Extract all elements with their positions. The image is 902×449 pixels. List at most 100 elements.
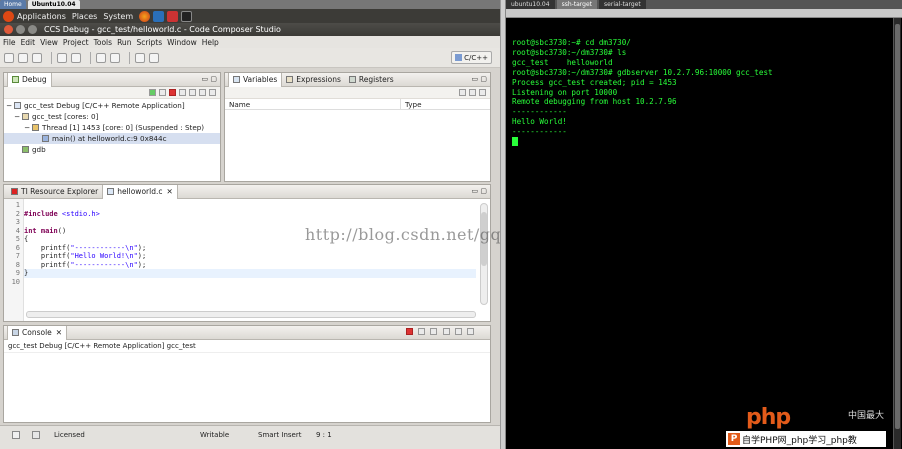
run-icon[interactable] — [110, 52, 120, 63]
tab-helloworld-label: helloworld.c — [117, 187, 163, 196]
ccs-launcher-icon[interactable] — [167, 10, 179, 22]
step-into-icon[interactable] — [179, 89, 186, 96]
tab-ti-resource-explorer[interactable]: TI Resource Explorer — [7, 185, 102, 199]
maximize-icon[interactable] — [28, 25, 37, 34]
code-token: #include — [24, 209, 58, 218]
menu-window[interactable]: Window — [167, 38, 197, 47]
tab-registers[interactable]: Registers — [345, 73, 398, 87]
menu-help[interactable]: Help — [202, 38, 219, 47]
terminal-output[interactable]: root@sbc3730:~# cd dm3730/root@sbc3730:~… — [512, 38, 890, 147]
fastview-icon[interactable] — [12, 431, 20, 439]
ubuntu-logo-icon — [3, 10, 14, 22]
display-console-icon[interactable] — [467, 328, 474, 335]
code-line[interactable]: 10 — [12, 278, 476, 287]
code-line[interactable]: 7 printf("Hello World!\n"); — [16, 252, 476, 261]
terminal-scrollbar[interactable] — [893, 18, 901, 449]
menu-view[interactable]: View — [40, 38, 58, 47]
minimize-icon[interactable] — [16, 25, 25, 34]
console-tabbar: Console ✕ — [4, 325, 490, 340]
search-icon[interactable] — [96, 52, 106, 63]
close-icon[interactable]: ✕ — [166, 187, 172, 196]
show-type-icon[interactable] — [469, 89, 476, 96]
view-min-max-icon[interactable]: ▭ ▢ — [202, 75, 217, 83]
remove-launch-icon[interactable] — [418, 328, 426, 335]
menu-tools[interactable]: Tools — [94, 38, 112, 47]
menu-scripts[interactable]: Scripts — [136, 38, 162, 47]
scroll-lock-icon[interactable] — [442, 328, 450, 335]
view-menu-icon[interactable] — [209, 89, 216, 96]
tab-variables[interactable]: Variables — [228, 72, 283, 87]
firefox-icon[interactable] — [139, 10, 151, 22]
terminal-line: root@sbc3730:~/dm3730# gdbserver 10.2.7.… — [512, 67, 773, 77]
tree-item-core[interactable]: − gcc_test [cores: 0] — [4, 111, 220, 122]
menu-project[interactable]: Project — [63, 38, 89, 47]
editor-body[interactable]: 1 2 #include <stdio.h> 3 4 int main() 5 {6 prin… — [4, 199, 490, 321]
terminal-line: root@sbc3730:~# cd dm3730/ — [512, 38, 631, 47]
close-icon[interactable] — [4, 25, 13, 34]
terminate-icon[interactable] — [169, 89, 176, 96]
collapse-icon[interactable]: − — [6, 101, 12, 110]
debug-icon[interactable] — [71, 52, 81, 63]
code-line[interactable]: 2 #include <stdio.h> — [16, 209, 476, 219]
tab-debug[interactable]: Debug — [7, 72, 52, 87]
console-toolbar-icons[interactable] — [403, 328, 474, 337]
step-over-icon[interactable] — [189, 89, 196, 96]
tab-helloworld[interactable]: helloworld.c ✕ — [102, 184, 178, 199]
view-menu-icon[interactable] — [479, 89, 486, 96]
line-number: 2 — [15, 209, 20, 218]
terminal-line: Listening on port 10000 — [512, 87, 618, 97]
terminal-line: Process gcc_test created; pid = 1453 — [512, 77, 677, 87]
clear-console-icon[interactable] — [430, 328, 438, 335]
line-number: 7 — [15, 252, 20, 260]
code-line[interactable]: 1 — [16, 201, 476, 210]
host-tab-ubuntu[interactable]: Ubuntu10.04 — [27, 0, 80, 9]
tab-expressions[interactable]: Expressions — [282, 73, 345, 87]
code-line[interactable]: 6 printf("------------\n"); — [16, 244, 476, 253]
menu-file[interactable]: File — [3, 38, 16, 47]
collapse-all-icon[interactable] — [459, 89, 466, 96]
collapse-icon[interactable]: − — [24, 123, 30, 132]
menu-edit[interactable]: Edit — [21, 38, 36, 47]
tab-console[interactable]: Console ✕ — [7, 325, 68, 340]
system-menu[interactable]: System — [103, 12, 133, 21]
step-return-icon[interactable] — [199, 89, 206, 96]
applications-menu[interactable]: Applications — [17, 12, 66, 21]
terminal-tab-ubuntu[interactable]: ubuntu10.04 — [506, 0, 555, 9]
tab-ti-label: TI Resource Explorer — [21, 187, 99, 196]
view-min-max-icon[interactable]: ▭ ▢ — [472, 187, 487, 195]
perspective-switcher[interactable]: C/C++ — [451, 51, 492, 64]
column-type[interactable]: Type — [401, 99, 422, 109]
collapse-icon[interactable]: − — [14, 112, 20, 121]
code-line[interactable]: 8 printf("------------\n"); — [16, 261, 476, 270]
menu-run[interactable]: Run — [117, 38, 131, 47]
forward-icon[interactable] — [149, 52, 159, 63]
suspend-icon[interactable] — [159, 89, 166, 96]
column-name[interactable]: Name — [225, 99, 401, 109]
code-line[interactable]: 9} — [16, 269, 476, 278]
terminal-tab-ssh[interactable]: ssh-target — [556, 0, 598, 9]
terminal-tab-serial[interactable]: serial-target — [599, 0, 646, 9]
tree-item-frame[interactable]: main() at helloworld.c:9 0x844c — [4, 133, 220, 144]
scroll-thumb[interactable] — [895, 24, 900, 429]
tree-item-gdb[interactable]: gdb — [4, 144, 220, 155]
places-menu[interactable]: Places — [72, 12, 97, 21]
perspective-label: C/C++ — [464, 53, 488, 62]
resume-icon[interactable] — [149, 89, 156, 96]
build-icon[interactable] — [57, 52, 67, 63]
pin-console-icon[interactable] — [454, 328, 462, 335]
tree-item-launch[interactable]: − gcc_test Debug [C/C++ Remote Applicati… — [4, 100, 220, 111]
save-icon[interactable] — [18, 52, 28, 63]
host-tab-home[interactable]: Home — [0, 0, 26, 9]
window-titlebar: CCS Debug - gcc_test/helloworld.c - Code… — [0, 23, 500, 36]
terminal-icon[interactable] — [181, 10, 193, 22]
terminate-icon[interactable] — [405, 328, 413, 335]
new-icon[interactable] — [4, 52, 14, 63]
editor-horizontal-scrollbar[interactable] — [26, 311, 476, 318]
editor-vertical-scrollbar[interactable] — [480, 203, 488, 305]
tree-item-thread[interactable]: − Thread [1] 1453 [core: 0] (Suspended :… — [4, 122, 220, 133]
back-icon[interactable] — [135, 52, 145, 63]
view-min-max-icon[interactable]: ▭ ▢ — [472, 75, 487, 83]
print-icon[interactable] — [32, 52, 42, 63]
close-icon[interactable]: ✕ — [56, 328, 62, 337]
help-icon[interactable] — [153, 10, 165, 22]
